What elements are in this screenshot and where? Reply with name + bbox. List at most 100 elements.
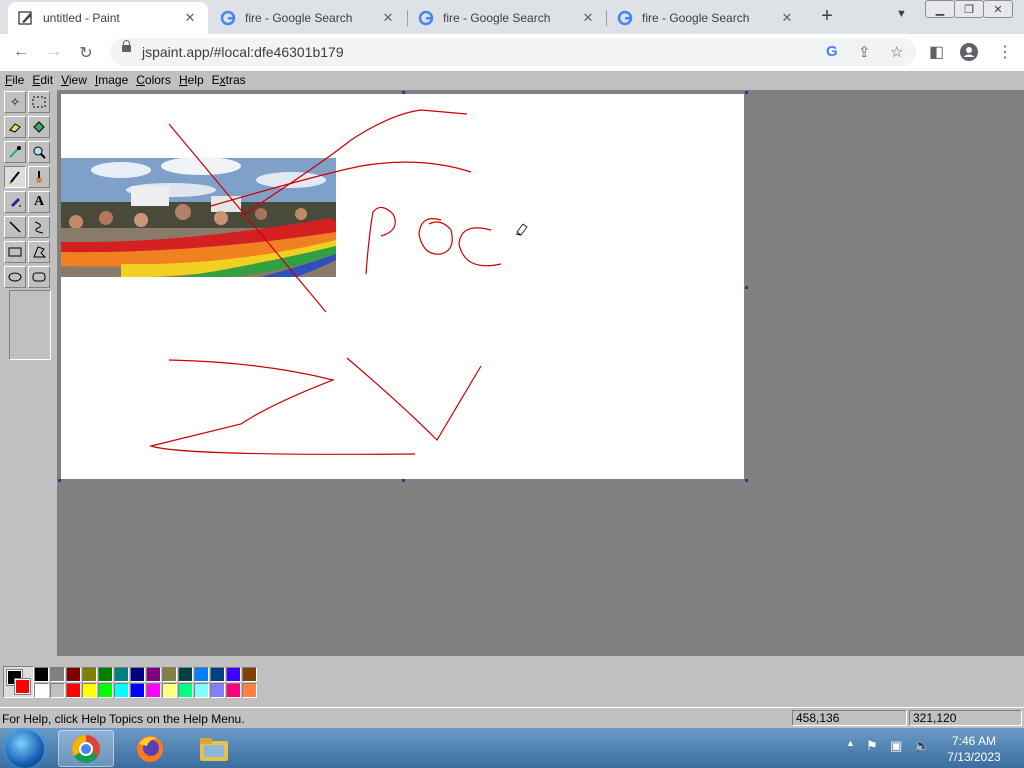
menu-extras[interactable]: Extras	[207, 71, 249, 90]
canvas-resize-handle[interactable]	[745, 91, 748, 94]
taskbar-explorer-button[interactable]	[186, 730, 242, 767]
google-lens-icon[interactable]: G	[826, 43, 838, 60]
side-panel-icon[interactable]: ◧	[929, 42, 944, 62]
ellipse-icon[interactable]	[4, 266, 26, 288]
tab-close-icon[interactable]: ✕	[779, 10, 795, 26]
palette-swatch[interactable]	[162, 683, 177, 698]
close-window-icon[interactable]: ✕	[983, 0, 1013, 18]
free-form-select-icon[interactable]: ✧	[4, 91, 26, 113]
palette-swatch[interactable]	[130, 667, 145, 682]
palette-swatch[interactable]	[50, 683, 65, 698]
palette-swatch[interactable]	[146, 667, 161, 682]
polygon-icon[interactable]	[28, 241, 50, 263]
tab-google-search-2[interactable]: fire - Google Search ✕	[408, 2, 606, 34]
drawing-canvas[interactable]	[61, 94, 744, 479]
tool-options-box[interactable]	[9, 290, 51, 360]
brush-icon[interactable]	[28, 166, 50, 188]
chrome-icon	[72, 734, 100, 763]
canvas-resize-handle[interactable]	[402, 91, 405, 94]
palette-swatch[interactable]	[130, 683, 145, 698]
palette-swatch[interactable]	[98, 683, 113, 698]
palette-swatch[interactable]	[66, 667, 81, 682]
fill-bucket-icon[interactable]	[28, 116, 50, 138]
palette-swatch[interactable]	[50, 667, 65, 682]
palette-swatch[interactable]	[162, 667, 177, 682]
palette-swatch[interactable]	[66, 683, 81, 698]
rounded-rectangle-icon[interactable]	[28, 266, 50, 288]
rectangle-icon[interactable]	[4, 241, 26, 263]
forward-arrow-icon[interactable]: →	[44, 43, 64, 61]
menu-colors[interactable]: Colors	[131, 71, 174, 90]
start-button-windows-icon[interactable]	[6, 730, 44, 768]
palette-swatch[interactable]	[178, 683, 193, 698]
new-tab-button[interactable]: +	[816, 5, 838, 27]
taskbar-firefox-button[interactable]	[122, 730, 178, 767]
current-colors-box[interactable]	[3, 666, 34, 698]
palette-swatch[interactable]	[226, 667, 241, 682]
menu-view[interactable]: View	[56, 71, 90, 90]
taskbar-chrome-button[interactable]	[58, 730, 114, 767]
curve-icon[interactable]	[28, 216, 50, 238]
tab-close-icon[interactable]: ✕	[182, 10, 198, 26]
menu-help[interactable]: Help	[174, 71, 207, 90]
network-icon[interactable]: ▣	[890, 738, 902, 754]
palette-swatch[interactable]	[114, 683, 129, 698]
airbrush-icon[interactable]	[4, 191, 26, 213]
palette-swatch[interactable]	[82, 683, 97, 698]
palette-swatch[interactable]	[242, 683, 257, 698]
tab-close-icon[interactable]: ✕	[580, 10, 596, 26]
color-palette	[0, 656, 1024, 706]
menu-file[interactable]: File	[0, 71, 27, 90]
magnifier-icon[interactable]	[28, 141, 50, 163]
menu-edit[interactable]: Edit	[27, 71, 56, 90]
kebab-menu-icon[interactable]: ⋮	[997, 42, 1013, 62]
palette-swatch[interactable]	[194, 667, 209, 682]
tray-expand-icon[interactable]: ▲	[846, 738, 855, 748]
back-arrow-icon[interactable]: ←	[11, 43, 31, 61]
minimize-icon[interactable]: ▁	[925, 0, 955, 18]
palette-swatch[interactable]	[146, 683, 161, 698]
address-bar[interactable]: jspaint.app/#local:dfe46301b179 G ⇪ ☆	[110, 38, 916, 66]
maximize-icon[interactable]: ❐	[954, 0, 984, 18]
text-tool-button[interactable]: A	[28, 191, 50, 213]
palette-swatch[interactable]	[210, 683, 225, 698]
palette-swatch[interactable]	[210, 667, 225, 682]
color-picker-icon[interactable]	[4, 141, 26, 163]
palette-swatch[interactable]	[34, 683, 49, 698]
action-center-flag-icon[interactable]: ⚑	[866, 738, 878, 754]
background-color-swatch[interactable]	[14, 678, 31, 695]
palette-swatch[interactable]	[82, 667, 97, 682]
line-icon[interactable]	[4, 216, 26, 238]
tab-google-search-3[interactable]: fire - Google Search ✕	[607, 2, 805, 34]
pencil-icon[interactable]	[4, 166, 26, 188]
reload-icon[interactable]: ↻	[76, 43, 96, 63]
eraser-icon[interactable]	[4, 116, 26, 138]
system-clock[interactable]: 7:46 AM 7/13/2023	[940, 733, 1008, 765]
canvas-resize-handle[interactable]	[402, 479, 405, 482]
menu-image[interactable]: Image	[90, 71, 131, 90]
lock-icon[interactable]	[122, 40, 131, 52]
url-text[interactable]: jspaint.app/#local:dfe46301b179	[142, 44, 344, 60]
palette-swatch[interactable]	[242, 667, 257, 682]
palette-swatch[interactable]	[226, 683, 241, 698]
canvas-resize-handle[interactable]	[58, 479, 61, 482]
tab-paint[interactable]: untitled - Paint ✕	[8, 2, 208, 34]
palette-swatch[interactable]	[114, 667, 129, 682]
canvas-resize-handle[interactable]	[745, 479, 748, 482]
bookmark-star-icon[interactable]: ☆	[890, 43, 903, 61]
palette-swatch[interactable]	[34, 667, 49, 682]
palette-swatch[interactable]	[98, 667, 113, 682]
selection-size: 321,120	[909, 710, 1022, 726]
share-icon[interactable]: ⇪	[858, 43, 871, 61]
rect-select-icon[interactable]	[28, 91, 50, 113]
profile-avatar-icon[interactable]	[959, 42, 979, 67]
palette-swatch[interactable]	[178, 667, 193, 682]
palette-swatch[interactable]	[194, 683, 209, 698]
stroke-letter-p	[365, 206, 396, 275]
tab-close-icon[interactable]: ✕	[380, 10, 396, 26]
tab-google-search-1[interactable]: fire - Google Search ✕	[210, 2, 406, 34]
volume-muted-icon[interactable]: 🔈	[914, 738, 930, 754]
google-favicon-icon	[220, 10, 236, 26]
tab-search-chevron-icon[interactable]: ▼	[896, 8, 907, 20]
canvas-resize-handle[interactable]	[745, 286, 748, 289]
